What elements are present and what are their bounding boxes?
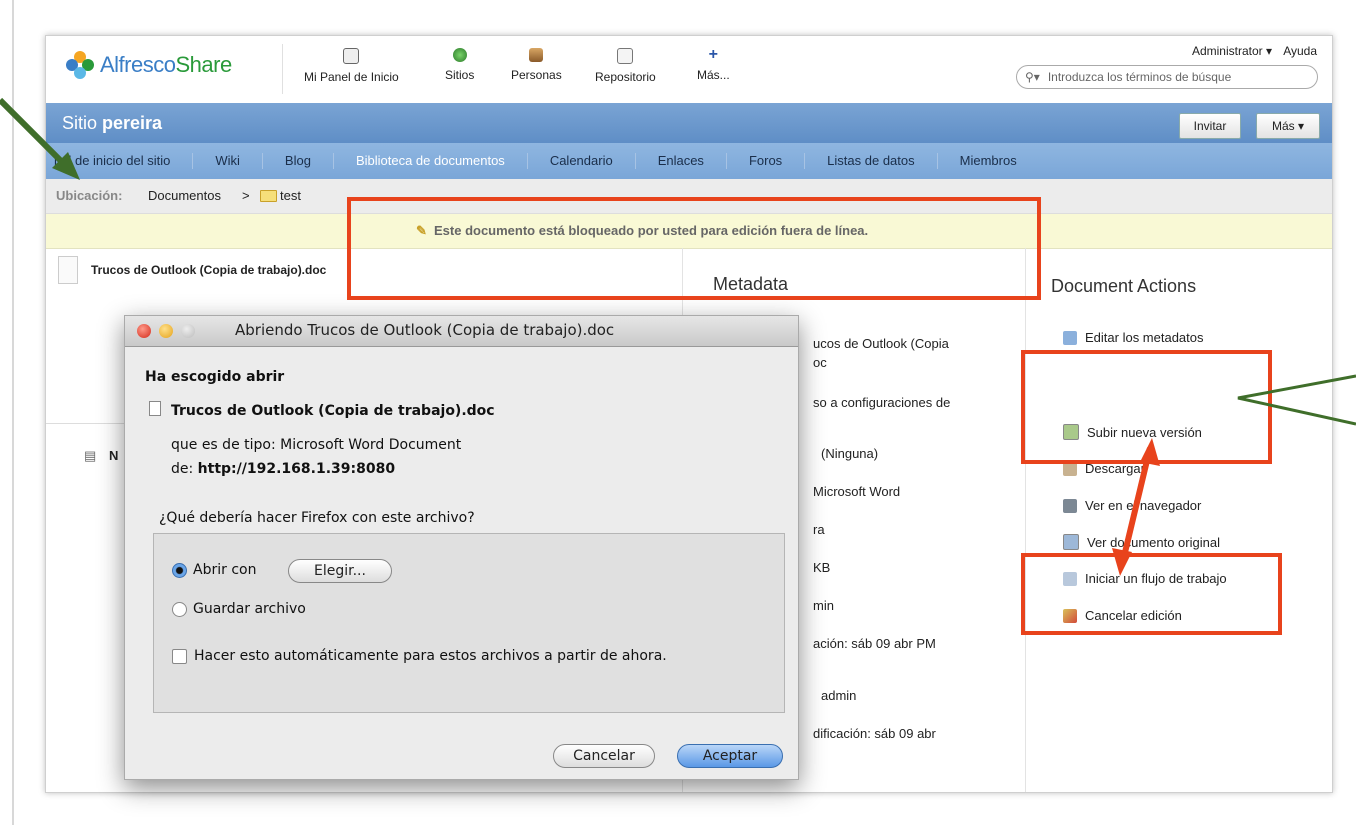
red-double-arrow: [1119, 447, 1153, 566]
green-arrow-right: [1237, 374, 1356, 426]
red-arrowhead-bottom: [1112, 548, 1132, 576]
red-arrowhead-top: [1140, 438, 1160, 466]
annotation-arrows: [0, 97, 1356, 576]
